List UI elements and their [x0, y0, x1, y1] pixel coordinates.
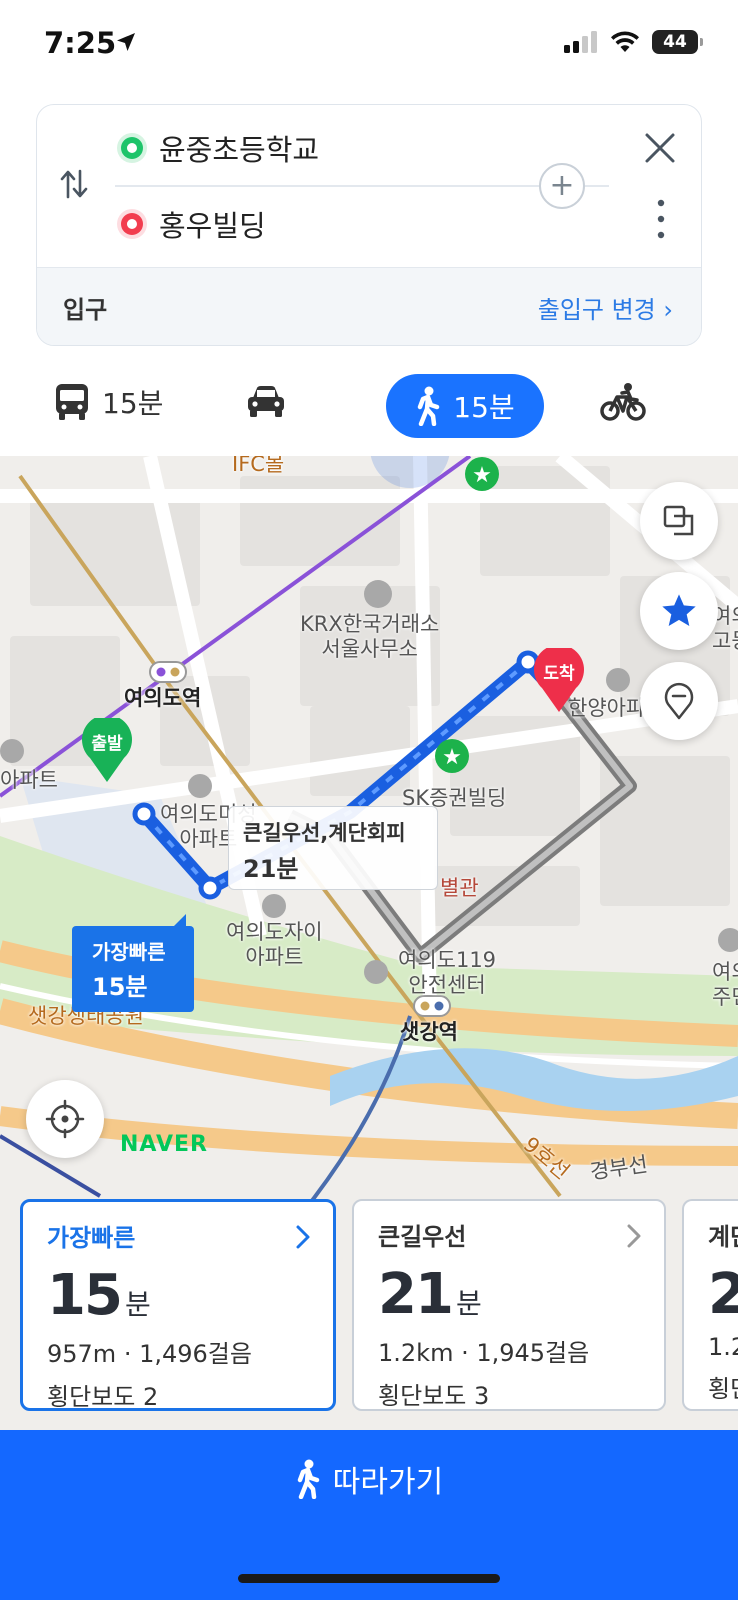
map-label-right-bottom-line2: 주민 — [712, 985, 738, 1010]
destination-text: 홍우빌딩 — [159, 209, 266, 243]
wifi-icon — [611, 31, 639, 52]
tab-car[interactable] — [246, 384, 286, 418]
route-option-distance: 1.2 — [708, 1333, 738, 1361]
map-label-krx: KRX한국거래소 서울사무소 — [300, 612, 439, 662]
swap-icon[interactable] — [59, 167, 89, 201]
destination-marker-icon — [121, 213, 143, 235]
map-label-ifc: IFC몰 — [232, 456, 285, 476]
place-search-button[interactable] — [640, 662, 718, 740]
route-option-unit: 분 — [455, 1287, 482, 1320]
entrance-change-link[interactable]: 출입구 변경 › — [538, 290, 673, 325]
svg-text:★: ★ — [472, 463, 492, 488]
fastest-route-callout-label: 가장빠른 — [92, 940, 166, 964]
walking-icon — [418, 386, 440, 426]
bus-icon — [56, 384, 88, 420]
follow-button-content: 따라가기 — [295, 1456, 443, 1502]
car-icon — [248, 386, 284, 417]
map-label-krx-line2: 서울사무소 — [321, 637, 418, 662]
route-option-stairs[interactable]: 계단 2 1.2 횡단 — [682, 1199, 738, 1411]
route-option-time: 2 — [708, 1262, 738, 1327]
more-options-icon[interactable] — [657, 199, 665, 239]
route-option-minutes: 21 — [378, 1262, 454, 1327]
alt-route-callout-time: 21분 — [243, 855, 299, 883]
route-option-minutes: 2 — [708, 1262, 738, 1327]
chevron-right-icon — [296, 1225, 310, 1249]
route-option-crosswalks: 횡단보도 3 — [378, 1382, 490, 1410]
entrance-bar: 입구 출입구 변경 › — [37, 267, 701, 345]
status-bar: 7:25 44 — [0, 0, 738, 90]
route-option-minutes: 15 — [47, 1263, 123, 1328]
map-label-saetgang-station: 샛강역 — [400, 1020, 458, 1044]
close-icon[interactable] — [643, 131, 677, 165]
arrive-pin[interactable]: 도착 — [532, 644, 586, 712]
map-label-jai: 여의도자이 아파트 — [226, 920, 323, 970]
arrive-pin-label: 도착 — [543, 664, 575, 684]
add-waypoint-button[interactable]: + — [539, 163, 585, 209]
map-label-119: 여의도119 안전센터 — [398, 948, 496, 998]
origin-marker-icon — [121, 137, 143, 159]
map-label-right-bottom-line1: 여의 — [712, 960, 738, 984]
battery-icon: 44 — [652, 30, 703, 54]
route-option-crosswalks: 횡단보도 2 — [47, 1383, 159, 1411]
map-label-119-line2: 안전센터 — [408, 973, 486, 998]
map-label-krx-line1: KRX한국거래소 — [300, 612, 440, 636]
crosshair-icon — [45, 1099, 85, 1139]
route-option-main-road[interactable]: 큰길우선 21 분 1.2km · 1,945걸음 횡단보도 3 — [352, 1199, 666, 1411]
follow-button-label: 따라가기 — [332, 1465, 444, 1500]
entrance-label: 입구 — [63, 296, 108, 324]
star-icon — [662, 594, 696, 626]
my-location-button[interactable] — [26, 1080, 104, 1158]
route-option-time: 15 분 — [47, 1263, 309, 1328]
route-option-distance: 957m · 1,496걸음 — [47, 1340, 252, 1368]
naver-logo: NAVER — [120, 1132, 208, 1157]
start-pin-label: 출발 — [91, 734, 123, 754]
map-label-jai-line1: 여의도자이 — [226, 920, 323, 944]
route-divider — [115, 185, 609, 187]
route-option-unit: 분 — [124, 1288, 151, 1321]
map-label-yeouido-station: 여의도역 — [124, 686, 202, 710]
map-label-119-line1: 여의도119 — [398, 948, 497, 972]
map-label-right-top-line2: 고등 — [712, 629, 738, 654]
tab-walk[interactable]: 15분 — [386, 374, 544, 438]
chevron-right-icon — [627, 1224, 641, 1248]
map-label-right-bottom: 여의 주민 — [712, 960, 738, 1010]
location-arrow-icon — [117, 33, 135, 51]
fastest-route-callout[interactable]: 가장빠른 15분 — [72, 914, 194, 1012]
status-indicators: 44 — [564, 30, 703, 54]
bicycle-icon — [600, 383, 646, 421]
route-option-title: 계단 — [708, 1223, 738, 1251]
start-pin[interactable]: 출발 — [80, 714, 134, 782]
map-label-byeolgwan: 별관 — [440, 876, 479, 900]
walking-icon — [297, 1459, 320, 1499]
origin-field[interactable]: 윤중초등학교 — [121, 127, 319, 169]
route-option-crosswalks: 횡단 — [708, 1375, 738, 1403]
route-option-fastest[interactable]: 가장빠른 15 분 957m · 1,496걸음 횡단보도 2 — [20, 1199, 336, 1411]
map-label-apt-left: 아파트 — [0, 768, 58, 792]
route-option-title: 가장빠른 — [47, 1224, 136, 1252]
layers-icon — [663, 505, 694, 536]
status-time: 7:25 — [44, 26, 117, 60]
route-search-card: 윤중초등학교 + 홍우빌딩 입구 출입구 변경 › — [36, 104, 702, 346]
home-indicator — [238, 1574, 500, 1583]
layer-toggle-button[interactable] — [640, 482, 718, 560]
tab-bike[interactable] — [600, 382, 646, 422]
svg-text:★: ★ — [442, 745, 462, 770]
tab-transit[interactable]: 15분 — [54, 382, 163, 422]
map-label-jai-line2: 아파트 — [245, 945, 304, 970]
route-option-distance: 1.2km · 1,945걸음 — [378, 1339, 590, 1367]
route-option-title: 큰길우선 — [378, 1223, 467, 1251]
map-pin-minus-icon — [664, 682, 694, 720]
origin-text: 윤중초등학교 — [159, 133, 320, 167]
favorites-button[interactable] — [640, 572, 718, 650]
alt-route-callout-title: 큰길우선,계단회피 — [243, 821, 406, 845]
transport-mode-tabs: 15분 15분 — [0, 360, 738, 452]
tab-transit-time: 15분 — [102, 387, 164, 420]
cellular-signal-icon — [564, 31, 597, 53]
tab-walk-time: 15분 — [453, 391, 515, 424]
route-option-time: 21 분 — [378, 1262, 640, 1327]
destination-field[interactable]: 홍우빌딩 — [121, 203, 266, 245]
fastest-route-callout-time: 15분 — [92, 973, 148, 1001]
alt-route-callout[interactable]: 큰길우선,계단회피 21분 — [228, 806, 438, 890]
